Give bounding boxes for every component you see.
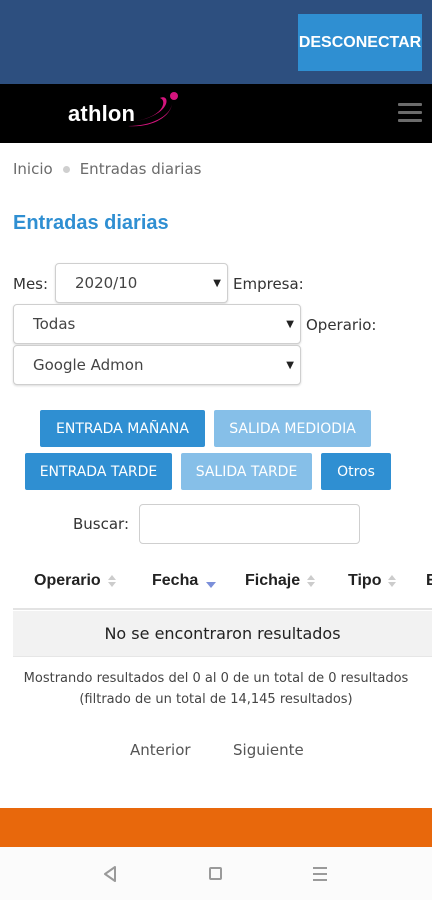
page-title: Entradas diarias [13,212,169,234]
mes-select[interactable]: 2020/10 ▼ [55,263,228,303]
operario-select[interactable]: Google Admon ▼ [13,345,301,385]
otros-button[interactable]: Otros [321,453,391,490]
pagination-next-button[interactable]: Siguiente [233,741,304,759]
column-header-operario[interactable]: Operario [34,572,117,590]
breadcrumb-current: Entradas diarias [79,160,202,178]
recent-apps-icon[interactable] [313,867,327,885]
table-header-divider [13,608,432,610]
empresa-select-value: Todas [33,315,76,333]
mes-select-value: 2020/10 [75,274,138,292]
sort-icon [387,573,397,589]
sort-descending-icon [206,580,217,590]
empresa-label: Empresa: [233,275,304,293]
brand-bar: athlon [0,84,432,143]
chevron-down-icon: ▼ [286,319,294,330]
athlon-logo[interactable]: athlon [66,92,186,136]
column-header-fecha[interactable]: Fecha [152,572,217,590]
results-info-line: Mostrando resultados del 0 al 0 de un to… [23,671,409,686]
column-header-label: Fichaje [245,572,301,589]
table-header: Operario Fecha Fichaje Tipo E [0,566,432,610]
pagination-previous-button[interactable]: Anterior [130,741,191,759]
entrada-tarde-button[interactable]: ENTRADA TARDE [25,453,172,490]
search-label: Buscar: [73,515,130,533]
column-header-e[interactable]: E [426,572,432,590]
breadcrumb-separator-icon [62,165,70,173]
salida-mediodia-button[interactable]: SALIDA MEDIODIA [214,410,371,447]
sort-icon [107,573,117,589]
column-header-fichaje[interactable]: Fichaje [245,572,316,590]
breadcrumb-home-link[interactable]: Inicio [13,160,53,178]
logo-text: athlon [68,101,136,126]
top-bar: DESCONECTAR [0,0,432,84]
mes-label: Mes: [13,275,49,293]
system-navigation-bar [0,847,432,900]
column-header-label: E [426,572,432,589]
disconnect-button[interactable]: DESCONECTAR [298,14,422,71]
column-header-label: Tipo [348,572,382,589]
chevron-down-icon: ▼ [286,360,294,371]
chevron-down-icon: ▼ [213,278,221,289]
salida-tarde-button[interactable]: SALIDA TARDE [181,453,312,490]
operario-select-value: Google Admon [33,356,144,374]
footer-bar [0,808,432,847]
column-header-label: Operario [34,572,101,589]
results-filter-info-line: (filtrado de un total de 14,145 resultad… [79,692,353,707]
sort-icon [306,573,316,589]
back-icon[interactable] [103,866,117,882]
search-input[interactable] [139,504,360,544]
empresa-select[interactable]: Todas ▼ [13,304,301,344]
table-empty-row: No se encontraron resultados [13,611,432,657]
column-header-tipo[interactable]: Tipo [348,572,397,590]
operario-label: Operario: [306,316,377,334]
column-header-label: Fecha [152,572,199,589]
breadcrumb: Inicio Entradas diarias [13,160,201,178]
home-icon[interactable] [209,867,222,880]
hamburger-menu-icon[interactable] [398,103,422,123]
entrada-manana-button[interactable]: ENTRADA MAÑANA [40,410,205,447]
